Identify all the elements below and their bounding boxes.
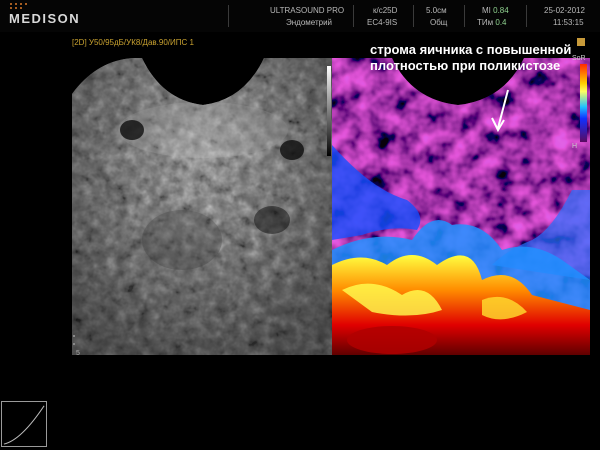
header-divider — [526, 5, 527, 27]
header-divider — [353, 5, 354, 27]
imaging-parameters: [2D] У50/95дБ/УК8/Дав.90/ИПС 1 — [72, 38, 194, 47]
exam-date: 25-02-2012 — [544, 6, 585, 15]
brand-logo: MEDISON — [9, 11, 81, 26]
hard-label: H — [572, 143, 578, 150]
mi-readout: MI 0.84 — [482, 6, 509, 15]
mi-label: MI — [482, 6, 491, 15]
probe-frequency: к/с25D — [373, 6, 398, 15]
bmode-image — [72, 58, 334, 355]
tim-value: 0.4 — [495, 18, 507, 27]
tim-label: TИм — [477, 18, 494, 27]
depth-readout: 5.0см — [426, 6, 447, 15]
preset-name: Эндометрий — [286, 18, 333, 27]
system-name: ULTRASOUND PRO — [270, 6, 345, 15]
depth-tick — [73, 343, 75, 345]
header-divider — [413, 5, 414, 27]
top-info-bar: MEDISON ULTRASOUND PRO Эндометрий к/с25D… — [0, 0, 600, 32]
tim-readout: TИм 0.4 — [477, 18, 507, 27]
exam-time: 11:53:15 — [553, 18, 584, 27]
exam-type: Общ — [430, 18, 448, 27]
depth-tick — [73, 335, 75, 337]
header-divider — [464, 5, 465, 27]
annotation-label: строма яичника с повышенной плотностью п… — [370, 42, 572, 73]
thumbnail-preview[interactable] — [1, 401, 47, 447]
elastography-image — [332, 58, 590, 355]
depth-label: 5 — [76, 350, 80, 357]
logo-dots-icon — [8, 1, 68, 11]
probe-model: EC4-9IS — [367, 18, 398, 27]
soft-label: SoR — [572, 55, 586, 62]
elasticity-color-bar — [580, 64, 587, 142]
header-divider — [228, 5, 229, 27]
grayscale-bar — [327, 66, 331, 156]
mi-value: 0.84 — [493, 6, 509, 15]
